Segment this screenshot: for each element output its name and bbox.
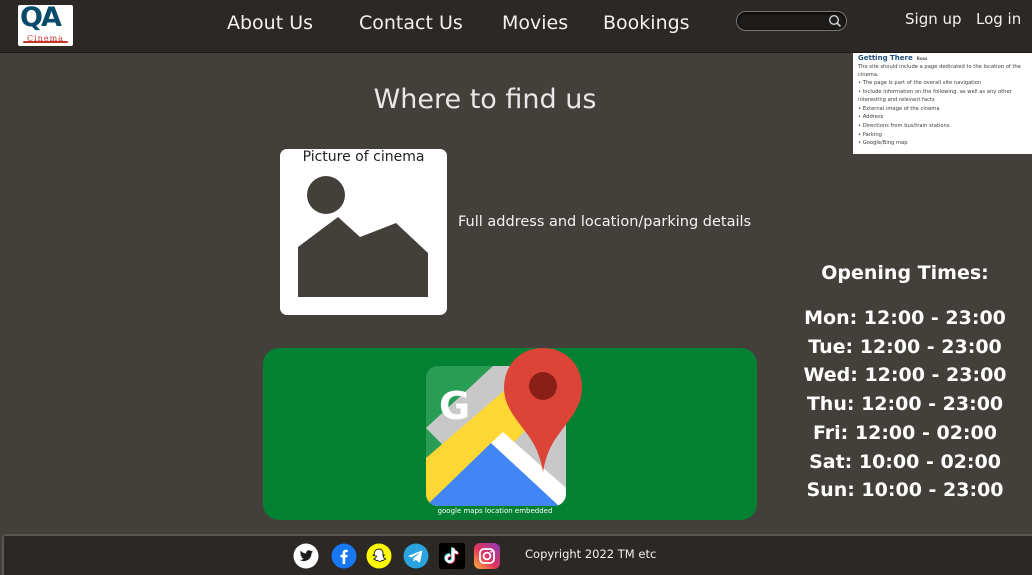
logo-text: QA <box>20 5 62 33</box>
svg-text:G: G <box>439 384 470 428</box>
hours-row: Fri: 12:00 - 02:00 <box>813 421 997 444</box>
hours-row: Sun: 10:00 - 23:00 <box>806 479 1004 502</box>
twitter-icon[interactable] <box>293 543 319 569</box>
nav-about-us[interactable]: About Us <box>227 12 313 34</box>
qa-cinema-logo[interactable]: QA Cinema <box>18 5 73 46</box>
tiktok-icon[interactable] <box>439 543 465 569</box>
opening-times: Opening Times: Mon: 12:00 - 23:00 Tue: 1… <box>790 262 1020 505</box>
hours-row: Wed: 12:00 - 23:00 <box>803 364 1007 387</box>
google-maps-icon: G <box>426 348 582 506</box>
log-in-link[interactable]: Log in <box>976 10 1021 28</box>
telegram-icon[interactable] <box>403 543 429 569</box>
page-title: Where to find us <box>373 84 597 115</box>
instagram-icon[interactable] <box>474 543 500 569</box>
site-header: QA Cinema About Us Contact Us Movies Boo… <box>0 0 1032 53</box>
sign-up-link[interactable]: Sign up <box>905 10 962 28</box>
search-box <box>736 11 847 31</box>
note-title: Getting There Ross <box>858 54 928 62</box>
facebook-icon[interactable] <box>331 543 357 569</box>
opening-times-title: Opening Times: <box>821 262 989 284</box>
note-item: Directions from bus/train stations <box>858 122 1027 131</box>
nav-movies[interactable]: Movies <box>502 12 568 34</box>
search-input[interactable] <box>745 13 829 29</box>
map-caption: google maps location embedded <box>437 507 553 515</box>
logo-swoosh <box>23 41 68 43</box>
note-intro: The site should include a page dedicated… <box>858 64 1021 78</box>
site-footer: Copyright 2022 TM etc <box>2 534 1032 575</box>
cinema-picture: Picture of cinema <box>280 149 447 315</box>
note-item: Google/Bing map <box>858 139 1027 148</box>
google-map-embed[interactable]: G google maps location embedded <box>263 348 757 520</box>
address-details: Full address and location/parking detail… <box>458 214 752 230</box>
snapchat-icon[interactable] <box>366 543 392 569</box>
picture-label: Picture of cinema <box>302 149 425 165</box>
hours-row: Tue: 12:00 - 23:00 <box>808 335 1002 358</box>
hours-row: Thu: 12:00 - 23:00 <box>806 393 1004 416</box>
nav-contact-us[interactable]: Contact Us <box>359 12 463 34</box>
nav-bookings[interactable]: Bookings <box>603 12 690 34</box>
search-icon[interactable] <box>828 14 842 28</box>
hours-row: Sat: 10:00 - 02:00 <box>809 450 1001 473</box>
note-author: Ross <box>916 56 928 61</box>
note-item: Parking <box>858 131 1027 140</box>
copyright-text: Copyright 2022 TM etc <box>525 547 657 561</box>
image-placeholder-icon <box>298 176 428 297</box>
hours-row: Mon: 12:00 - 23:00 <box>804 307 1006 329</box>
